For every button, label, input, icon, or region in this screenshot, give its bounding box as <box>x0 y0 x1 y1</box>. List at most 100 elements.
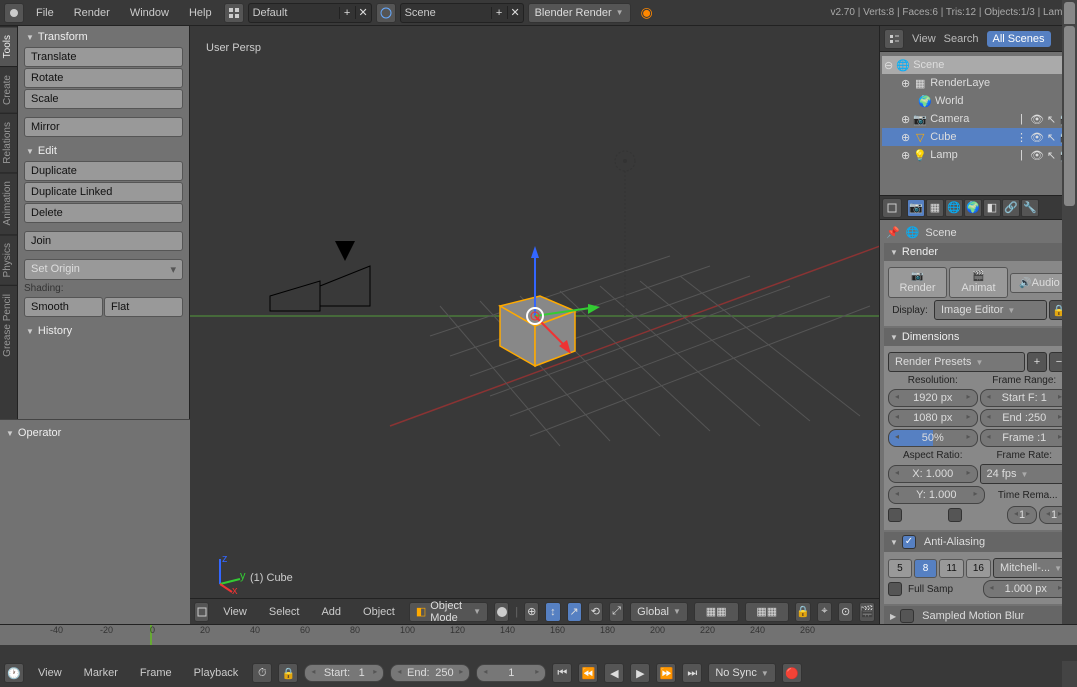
audio-button[interactable]: 🔊Audio <box>1010 273 1069 293</box>
layers-icon[interactable]: ▦▦ <box>694 602 739 622</box>
tab-object[interactable]: ◧ <box>983 199 1001 217</box>
eye-icon[interactable]: 👁 <box>1030 149 1043 162</box>
layout-field[interactable]: + ✕ <box>248 3 372 23</box>
range-icon[interactable]: ⏱ <box>252 663 272 683</box>
snap-icon[interactable]: ⌖ <box>817 602 832 622</box>
aa-5-button[interactable]: 5 <box>888 559 912 578</box>
jump-start-icon[interactable]: ⏮ <box>552 663 572 683</box>
preset-add-icon[interactable]: + <box>1027 352 1047 372</box>
dimensions-panel-header[interactable]: Dimensions <box>884 328 1073 346</box>
outliner-editor-icon[interactable] <box>884 29 904 49</box>
scene-input[interactable] <box>401 7 491 19</box>
join-button[interactable]: Join <box>24 231 183 251</box>
sync-dropdown[interactable]: No Sync▼ <box>708 663 776 683</box>
current-frame-field[interactable]: 1 <box>476 664 546 682</box>
start-frame-field[interactable]: Start: 1 <box>304 664 384 682</box>
aa-filter-dropdown[interactable]: Mitchell-...▼ <box>993 558 1069 578</box>
tree-cube[interactable]: ⊕ ▽ Cube ⋮👁↖📷 <box>882 128 1075 146</box>
res-y-field[interactable]: 1080 px <box>888 409 978 427</box>
aa-size-field[interactable]: 1.000 px <box>983 580 1070 598</box>
scene-field[interactable]: + ✕ <box>400 3 524 23</box>
outliner-filter-dropdown[interactable]: All Scenes <box>987 31 1051 47</box>
tab-tools[interactable]: Tools <box>0 26 17 66</box>
manip-rotate-icon[interactable]: ⟲ <box>588 602 603 622</box>
crop-checkbox[interactable] <box>948 508 962 522</box>
motion-blur-checkbox[interactable] <box>900 609 914 623</box>
border-checkbox[interactable] <box>888 508 902 522</box>
transform-header[interactable]: Transform <box>24 28 183 46</box>
tab-create[interactable]: Create <box>0 66 17 113</box>
display-dropdown[interactable]: Image Editor▼ <box>934 300 1047 320</box>
res-x-field[interactable]: 1920 px <box>888 389 978 407</box>
layout-input[interactable] <box>249 7 339 19</box>
aa-11-button[interactable]: 11 <box>939 559 963 578</box>
layout-remove-button[interactable]: ✕ <box>355 6 371 19</box>
aa-checkbox[interactable] <box>902 535 916 549</box>
tree-lamp[interactable]: ⊕ 💡 Lamp |👁↖📷 <box>882 146 1075 164</box>
cube-object[interactable] <box>500 296 575 366</box>
scene-name[interactable]: Scene <box>925 227 956 239</box>
mirror-button[interactable]: Mirror <box>24 117 183 137</box>
full-sample-checkbox[interactable] <box>888 582 902 596</box>
timeline-editor-icon[interactable]: 🕐 <box>4 663 24 683</box>
render-button[interactable]: 📷Render <box>888 267 947 298</box>
aspect-y-field[interactable]: Y: 1.000 <box>888 486 985 504</box>
tl-view-menu[interactable]: View <box>30 663 70 683</box>
aa-8-button[interactable]: 8 <box>914 559 938 578</box>
remap-old-field[interactable]: 1 <box>1007 506 1037 524</box>
edit-header[interactable]: Edit <box>24 142 183 160</box>
outliner-search-menu[interactable]: Search <box>944 33 979 45</box>
editor-type-icon[interactable] <box>4 3 24 23</box>
cursor-icon[interactable]: ↖ <box>1045 149 1058 162</box>
layers-icon-2[interactable]: ▦▦ <box>745 602 790 622</box>
cursor-icon[interactable]: ↖ <box>1045 113 1058 126</box>
tab-grease-pencil[interactable]: Grease Pencil <box>0 285 17 365</box>
keyframe-prev-icon[interactable]: ⏪ <box>578 663 598 683</box>
tab-scene[interactable]: 🌐 <box>945 199 963 217</box>
vp-view-menu[interactable]: View <box>215 602 255 622</box>
expand-icon[interactable]: ⊕ <box>901 113 910 126</box>
lock-range-icon[interactable]: 🔒 <box>278 663 298 683</box>
tree-camera[interactable]: ⊕ 📷 Camera |👁↖📷 <box>882 110 1075 128</box>
frame-start-field[interactable]: Start F: 1 <box>980 389 1070 407</box>
translate-button[interactable]: Translate <box>24 47 183 67</box>
properties-scrollbar[interactable] <box>1062 220 1077 624</box>
expand-icon[interactable]: ⊕ <box>901 131 910 144</box>
flat-button[interactable]: Flat <box>104 297 183 317</box>
aa-16-button[interactable]: 16 <box>966 559 991 578</box>
shading-dropdown[interactable] <box>494 602 509 622</box>
render-engine-dropdown[interactable]: Blender Render ▼ <box>528 3 631 23</box>
manipulator-toggle[interactable]: ↕ <box>545 602 560 622</box>
tab-modifiers[interactable]: 🔧 <box>1021 199 1039 217</box>
fps-dropdown[interactable]: 24 fps▼ <box>980 464 1070 484</box>
expand-icon[interactable]: ⊕ <box>901 77 910 90</box>
play-reverse-icon[interactable]: ◀ <box>604 663 624 683</box>
history-header[interactable]: History <box>24 322 183 340</box>
tl-frame-menu[interactable]: Frame <box>132 663 180 683</box>
pin-icon[interactable]: 📌 <box>886 226 900 239</box>
3d-viewport[interactable]: User Persp <box>190 26 879 624</box>
pivot-icon[interactable]: ⊕ <box>524 602 539 622</box>
lamp-object[interactable] <box>615 151 635 316</box>
tab-animation[interactable]: Animation <box>0 172 17 233</box>
menu-window[interactable]: Window <box>122 3 177 23</box>
tl-marker-menu[interactable]: Marker <box>76 663 126 683</box>
tab-world[interactable]: 🌍 <box>964 199 982 217</box>
layout-add-button[interactable]: + <box>339 7 355 19</box>
scale-button[interactable]: Scale <box>24 89 183 109</box>
scene-browse-icon[interactable] <box>376 3 396 23</box>
aa-panel-header[interactable]: Anti-Aliasing <box>884 532 1073 552</box>
tab-render-layers[interactable]: ▦ <box>926 199 944 217</box>
scene-remove-button[interactable]: ✕ <box>507 6 523 19</box>
frame-end-field[interactable]: End :250 <box>980 409 1070 427</box>
tab-physics[interactable]: Physics <box>0 234 17 285</box>
viewport-editor-icon[interactable] <box>194 602 209 622</box>
scene-add-button[interactable]: + <box>491 7 507 19</box>
autokey-icon[interactable]: 🔴 <box>782 663 802 683</box>
lock-icon[interactable]: 🔒 <box>795 602 811 622</box>
tl-playback-menu[interactable]: Playback <box>186 663 247 683</box>
jump-end-icon[interactable]: ⏭ <box>682 663 702 683</box>
expand-icon[interactable]: ⊕ <box>901 149 910 162</box>
snap-type-icon[interactable]: ⊙ <box>838 602 853 622</box>
collapse-icon[interactable]: ⊖ <box>884 59 893 72</box>
